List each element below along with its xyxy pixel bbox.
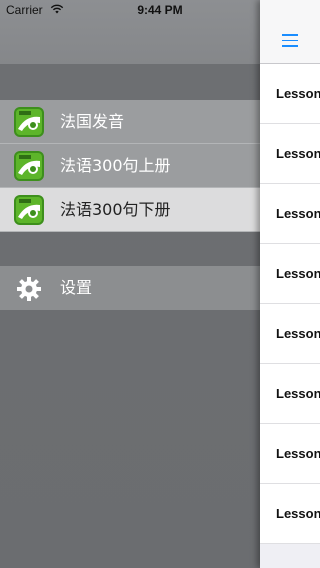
lesson-panel[interactable]: Lesson Lesson Lesson Lesson Lesson Lesso…	[260, 0, 320, 568]
lesson-title: Lesson	[276, 146, 320, 161]
book-app-icon	[14, 195, 44, 225]
lesson-row[interactable]: Lesson	[260, 304, 320, 364]
lesson-row[interactable]: Lesson	[260, 184, 320, 244]
hamburger-icon[interactable]	[282, 34, 298, 48]
book-app-icon	[14, 151, 44, 181]
menu-item-label: 法语300句下册	[60, 200, 171, 219]
lesson-list: Lesson Lesson Lesson Lesson Lesson Lesso…	[260, 64, 320, 544]
lesson-row[interactable]: Lesson	[260, 424, 320, 484]
lesson-row[interactable]: Lesson	[260, 64, 320, 124]
lesson-title: Lesson	[276, 266, 320, 281]
lesson-title: Lesson	[276, 206, 320, 221]
lesson-row[interactable]: Lesson	[260, 124, 320, 184]
lesson-title: Lesson	[276, 326, 320, 341]
lesson-row[interactable]: Lesson	[260, 364, 320, 424]
lesson-title: Lesson	[276, 446, 320, 461]
lesson-row[interactable]: Lesson	[260, 244, 320, 304]
navigation-bar	[260, 0, 320, 64]
menu-item-label: 法国发音	[60, 112, 125, 131]
lesson-title: Lesson	[276, 386, 320, 401]
book-app-icon	[14, 107, 44, 137]
lesson-title: Lesson	[276, 86, 320, 101]
lesson-title: Lesson	[276, 506, 320, 521]
menu-item-label: 法语300句上册	[60, 156, 171, 175]
gear-icon	[17, 277, 41, 301]
settings-label: 设置	[60, 278, 93, 297]
lesson-row[interactable]: Lesson	[260, 484, 320, 544]
